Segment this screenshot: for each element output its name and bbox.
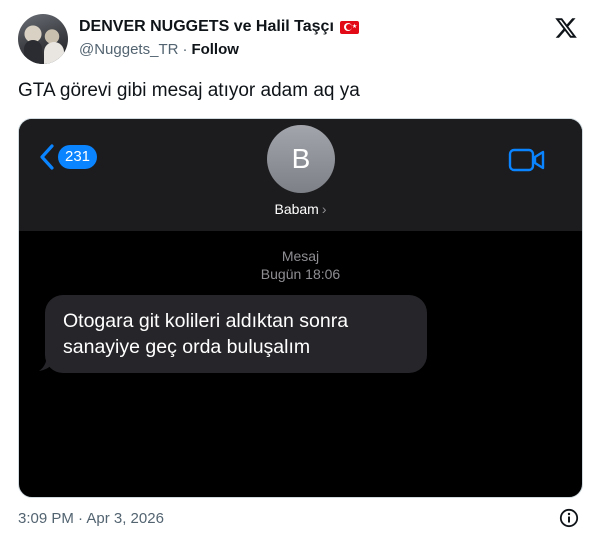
chevron-right-icon: › <box>321 201 327 217</box>
info-icon[interactable] <box>559 508 579 528</box>
tweet-text: GTA görevi gibi mesaj atıyor adam aq ya <box>18 80 360 101</box>
video-call-icon[interactable] <box>508 147 546 173</box>
messages-header: 231 B Babam › <box>19 119 582 231</box>
chevron-left-icon <box>40 144 54 170</box>
unread-count-badge: 231 <box>58 145 98 169</box>
service-label: Mesaj <box>281 248 320 264</box>
message-timestamp: Bugün 18:06 <box>260 266 341 282</box>
turkey-flag-icon: ★ <box>339 20 359 34</box>
separator-dot: · <box>182 41 188 58</box>
author-display-name[interactable]: DENVER NUGGETS ve Halil Taşçı <box>79 18 334 36</box>
incoming-message-bubble[interactable]: Otogara git kolileri aldıktan sonra sana… <box>45 295 427 373</box>
contact-name[interactable]: Babam › <box>19 201 582 217</box>
contact-name-label: Babam <box>274 201 319 217</box>
contact-avatar[interactable]: B <box>267 125 335 193</box>
back-button[interactable]: 231 <box>39 143 98 171</box>
attached-screenshot[interactable]: 231 B Babam › Mesaj Bugün 18:06 Otogara g… <box>18 118 583 498</box>
author-handle[interactable]: @Nuggets_TR <box>79 41 178 58</box>
x-logo-icon[interactable] <box>554 16 578 40</box>
author-name-row[interactable]: DENVER NUGGETS ve Halil Taşçı ★ <box>79 18 359 36</box>
tweet-timestamp[interactable]: 3:09 PM · Apr 3, 2026 <box>18 510 164 527</box>
follow-button[interactable]: Follow <box>191 41 239 58</box>
tweet-header: DENVER NUGGETS ve Halil Taşçı ★ @Nuggets… <box>18 14 584 64</box>
author-avatar[interactable] <box>18 14 68 64</box>
message-line: sanayiye geç orda buluşalım <box>63 336 311 358</box>
author-handle-row: @Nuggets_TR · Follow <box>79 41 239 58</box>
message-line: Otogara git kolileri aldıktan sonra <box>63 310 349 332</box>
